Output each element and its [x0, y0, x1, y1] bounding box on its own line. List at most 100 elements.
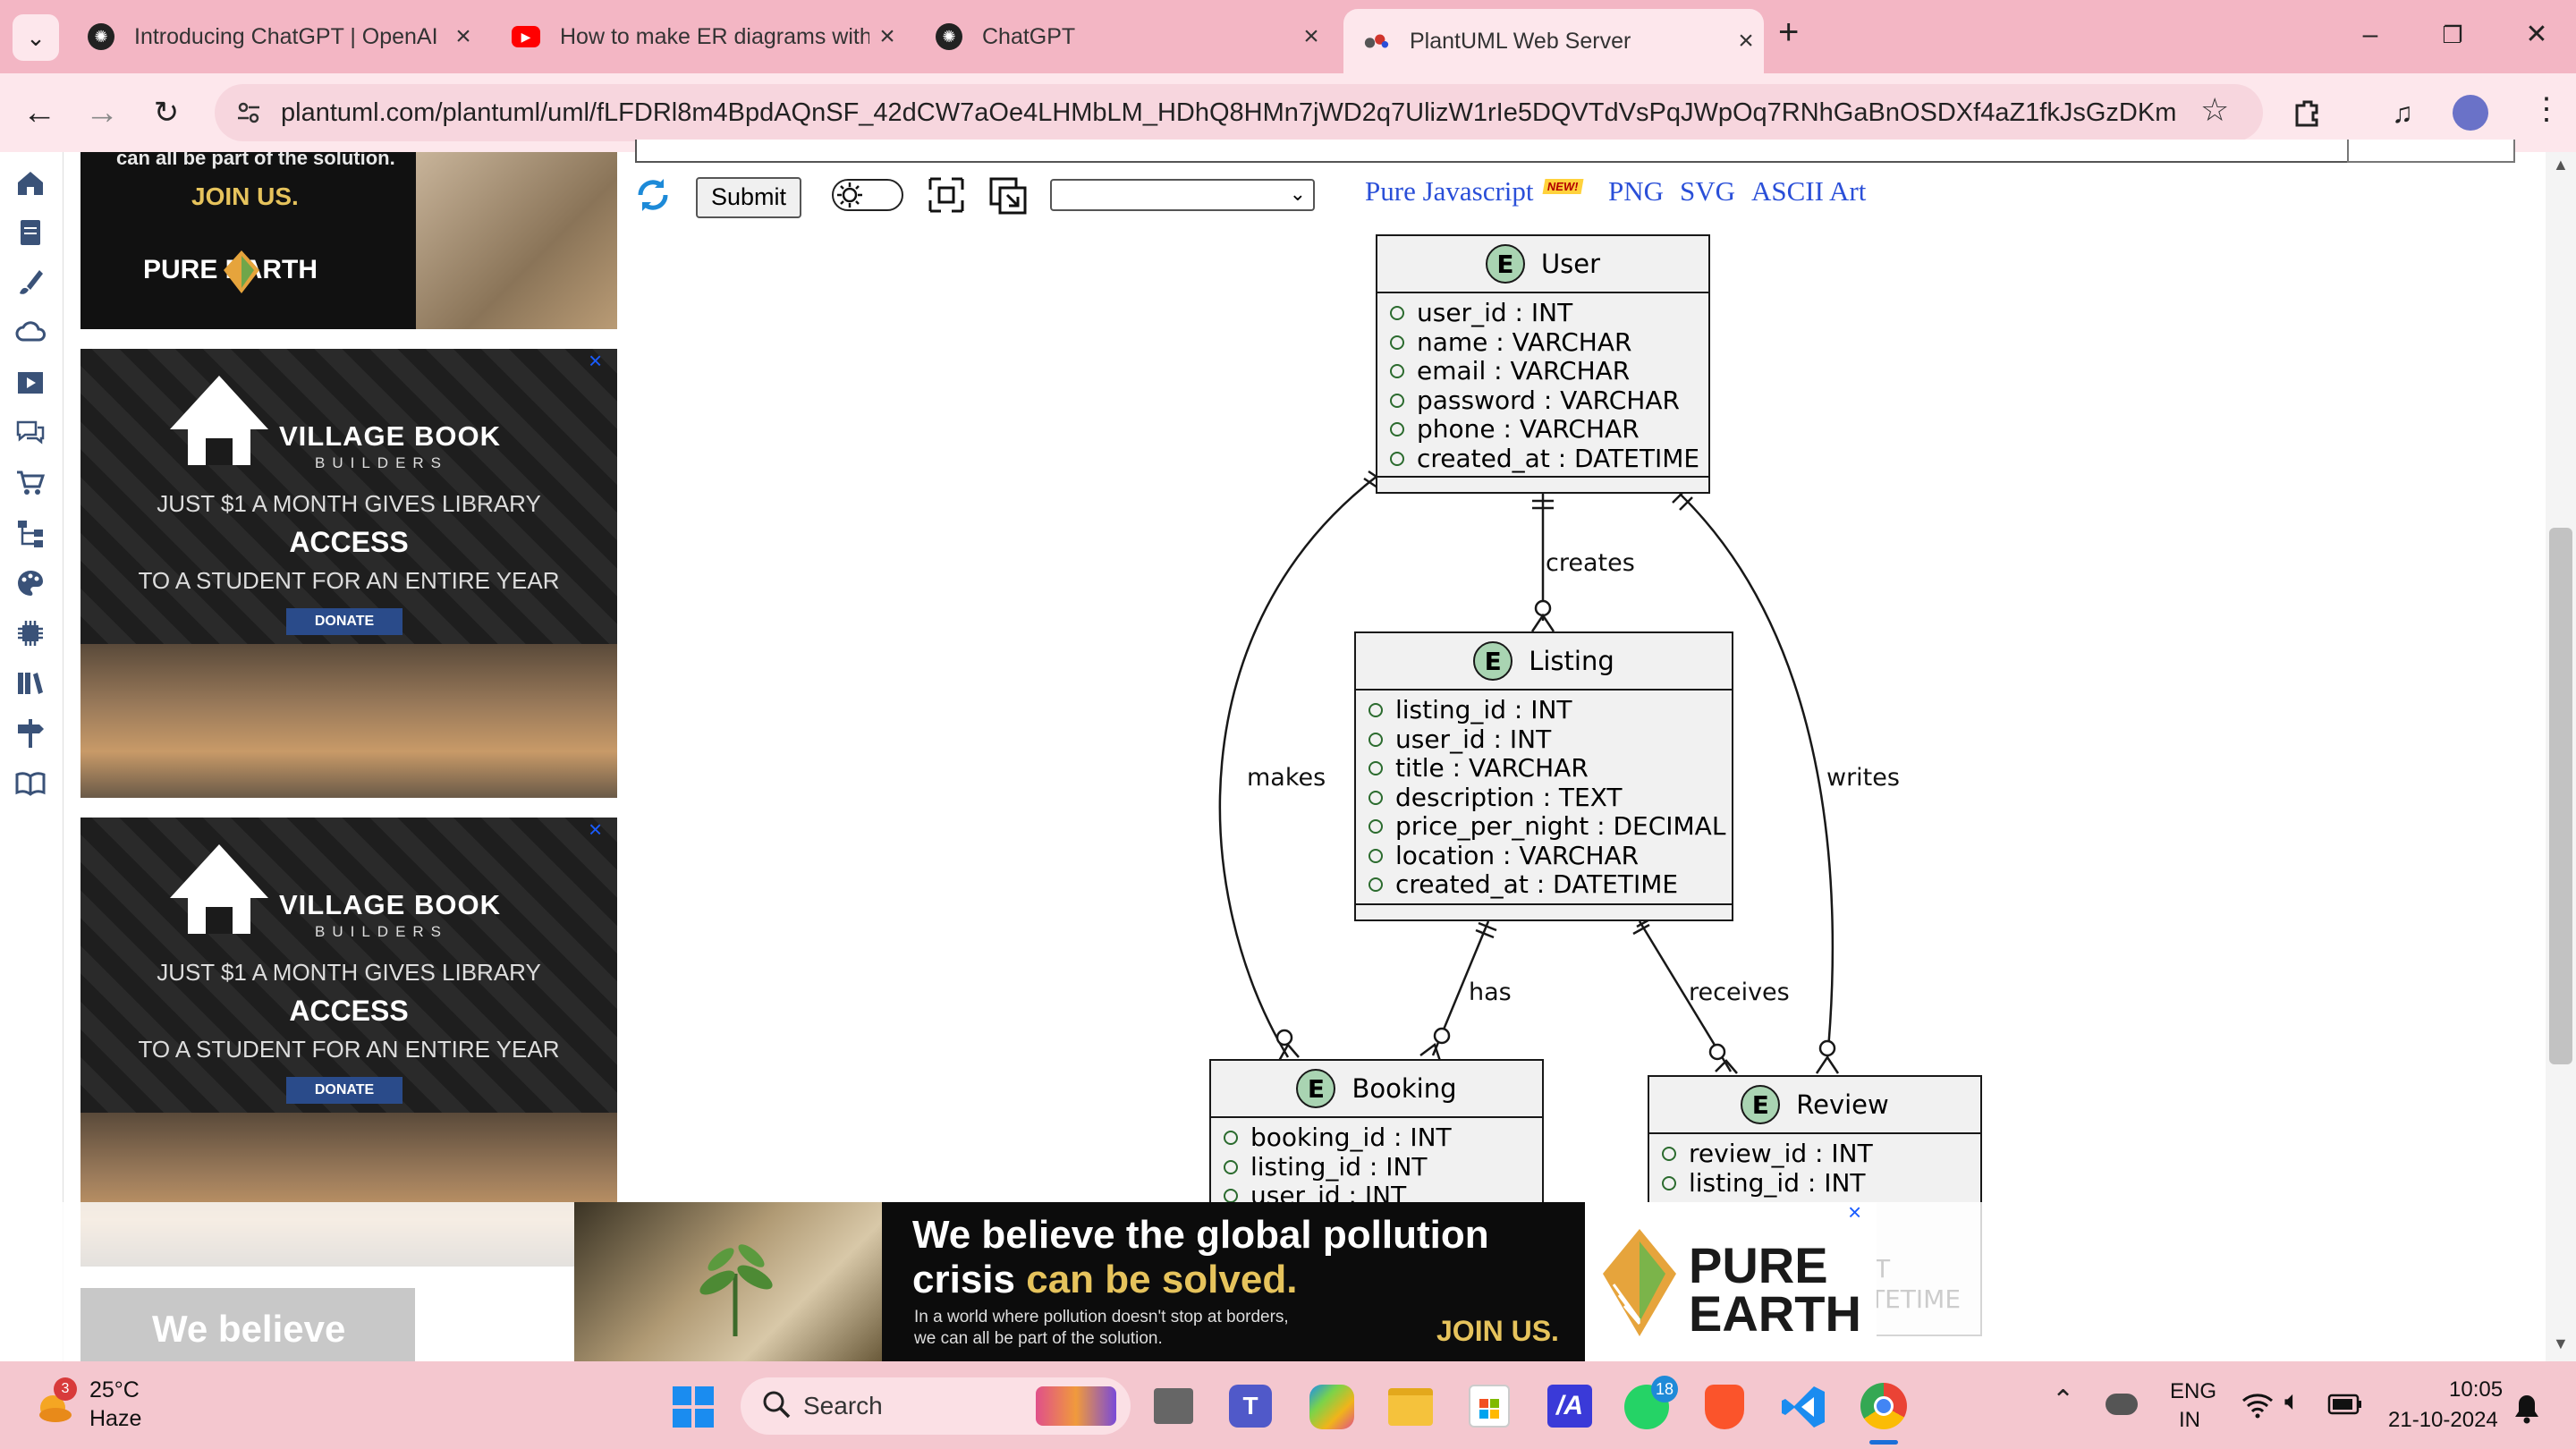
onedrive-icon[interactable] — [2106, 1394, 2138, 1415]
field: listing_id : INT — [1368, 695, 1732, 725]
scrollbar-thumb[interactable] — [2549, 528, 2572, 1064]
field-text: user_id : INT — [1395, 724, 1552, 754]
ad-headline-2: crisis can be solved. — [912, 1258, 1297, 1302]
field-text: review_id : INT — [1689, 1139, 1873, 1168]
field-text: description : TEXT — [1395, 782, 1623, 812]
field-circle-icon — [1368, 790, 1383, 805]
field-list: user_id : INT name : VARCHAR email : VAR… — [1377, 293, 1708, 473]
ad-brand-2: EARTH — [1689, 1285, 1861, 1342]
entity-header: E Review — [1649, 1077, 1980, 1134]
field-text: price_per_night : DECIMAL — [1395, 811, 1726, 841]
entity-name: Booking — [1352, 1073, 1457, 1104]
entity-booking: E Booking booking_id : INT listing_id : … — [1209, 1059, 1544, 1211]
field: review_id : INT — [1662, 1139, 1980, 1169]
search-icon — [760, 1388, 792, 1420]
entity-name: Review — [1796, 1089, 1889, 1120]
field-text: user_id : INT — [1417, 298, 1573, 327]
field: price_per_night : DECIMAL — [1368, 811, 1732, 842]
entity-name: User — [1540, 249, 1601, 279]
clock-time[interactable]: 10:05 — [2449, 1377, 2503, 1402]
field-text: listing_id : INT — [1395, 695, 1572, 724]
chrome-icon[interactable] — [1860, 1383, 1907, 1429]
clock-date[interactable]: 21-10-2024 — [2388, 1408, 2498, 1433]
ad-text: We believe — [152, 1308, 346, 1350]
field-circle-icon — [1368, 703, 1383, 718]
search-placeholder: Search — [803, 1392, 883, 1419]
wifi-icon[interactable] — [2241, 1392, 2274, 1419]
lang-eng[interactable]: ENG — [2170, 1379, 2216, 1404]
field-text: name : VARCHAR — [1417, 326, 1632, 357]
volume-icon[interactable]: 🔈︎ — [2284, 1386, 2301, 1417]
field-circle-icon — [1224, 1131, 1238, 1146]
search-highlight-graphic — [1036, 1386, 1116, 1426]
field-text: title : VARCHAR — [1395, 753, 1589, 783]
entity-header: E User — [1377, 236, 1708, 293]
entity-divider — [1356, 903, 1732, 905]
windows-start-icon[interactable] — [673, 1386, 714, 1428]
relation-creates-label: creates — [1546, 549, 1635, 577]
field: name : VARCHAR — [1390, 326, 1708, 358]
field-text: created_at : DATETIME — [1417, 443, 1700, 473]
field: listing_id : INT — [1662, 1168, 1980, 1199]
field-circle-icon — [1368, 732, 1383, 747]
copilot-icon[interactable] — [1309, 1385, 1354, 1429]
entity-header: E Booking — [1211, 1061, 1542, 1118]
vscode-icon[interactable] — [1782, 1385, 1826, 1429]
brave-icon[interactable] — [1705, 1385, 1744, 1429]
ad-headline-2a: crisis — [912, 1258, 1027, 1301]
field-text: password : VARCHAR — [1417, 385, 1680, 415]
page-scrollbar[interactable]: ▲ ▼ — [2546, 152, 2576, 1361]
notification-bell-icon[interactable] — [2513, 1394, 2540, 1424]
field-circle-icon — [1368, 819, 1383, 835]
ad-cta[interactable]: JOIN US. — [1436, 1315, 1559, 1348]
weather-temp: 25°C — [89, 1377, 140, 1402]
powerapps-icon[interactable]: /A — [1547, 1385, 1592, 1428]
weather-badge: 3 — [54, 1377, 77, 1401]
field: created_at : DATETIME — [1368, 869, 1732, 900]
hidden-field-fragment: T — [1875, 1254, 1891, 1284]
entity-listing: E Listing listing_id : INT user_id : INT… — [1354, 631, 1733, 921]
field-circle-icon — [1662, 1147, 1676, 1162]
relation-makes-label: makes — [1247, 764, 1326, 792]
entity-badge: E — [1296, 1069, 1336, 1108]
show-hidden-icons-chevron[interactable]: ⌃ — [2052, 1385, 2074, 1416]
ad-we-believe-left[interactable]: We believe — [80, 1288, 415, 1361]
field-circle-icon — [1390, 451, 1404, 466]
ad-pure-earth-logo-panel[interactable]: PURE EARTH × — [1585, 1202, 1877, 1361]
lang-in[interactable]: IN — [2179, 1408, 2200, 1433]
field-circle-icon — [1224, 1159, 1238, 1174]
field-text: booking_id : INT — [1250, 1123, 1452, 1152]
ad-pure-earth-banner[interactable]: We believe the global pollution crisis c… — [574, 1202, 1585, 1361]
field: created_at : DATETIME — [1390, 443, 1708, 474]
weather-widget[interactable]: 3 25°C Haze — [27, 1376, 206, 1438]
relation-has-label: has — [1469, 979, 1512, 1006]
windows-taskbar: 3 25°C Haze Search T /A 18 ⌃ ENG IN 🔈︎ 1… — [0, 1361, 2576, 1449]
active-app-indicator — [1869, 1440, 1898, 1445]
battery-icon[interactable] — [2327, 1392, 2363, 1417]
field-circle-icon — [1390, 393, 1404, 408]
field: listing_id : INT — [1224, 1152, 1542, 1182]
relation-writes-label: writes — [1826, 764, 1900, 792]
entity-badge: E — [1741, 1085, 1781, 1124]
field-circle-icon — [1390, 422, 1404, 437]
plant-icon — [699, 1244, 773, 1336]
ad-headline-2b: can be solved. — [1026, 1258, 1298, 1301]
field-text: location : VARCHAR — [1395, 840, 1640, 870]
field: user_id : INT — [1368, 724, 1732, 755]
field-circle-icon — [1390, 364, 1404, 379]
field-circle-icon — [1368, 761, 1383, 776]
field-circle-icon — [1224, 1189, 1238, 1204]
teams-icon[interactable]: T — [1229, 1385, 1272, 1428]
ad-close-icon[interactable]: × — [1848, 1202, 1861, 1226]
scroll-up-icon[interactable]: ▲ — [2553, 156, 2569, 174]
whatsapp-badge: 18 — [1651, 1376, 1678, 1402]
field: email : VARCHAR — [1390, 356, 1708, 386]
store-icon[interactable] — [1469, 1385, 1510, 1428]
taskbar-search[interactable]: Search — [741, 1377, 1131, 1435]
file-explorer-icon[interactable] — [1388, 1388, 1433, 1426]
field-circle-icon — [1390, 306, 1404, 321]
scroll-down-icon[interactable]: ▼ — [2553, 1335, 2569, 1353]
task-view-icon[interactable] — [1154, 1388, 1193, 1424]
field-text: phone : VARCHAR — [1417, 414, 1640, 444]
field: title : VARCHAR — [1368, 753, 1732, 784]
